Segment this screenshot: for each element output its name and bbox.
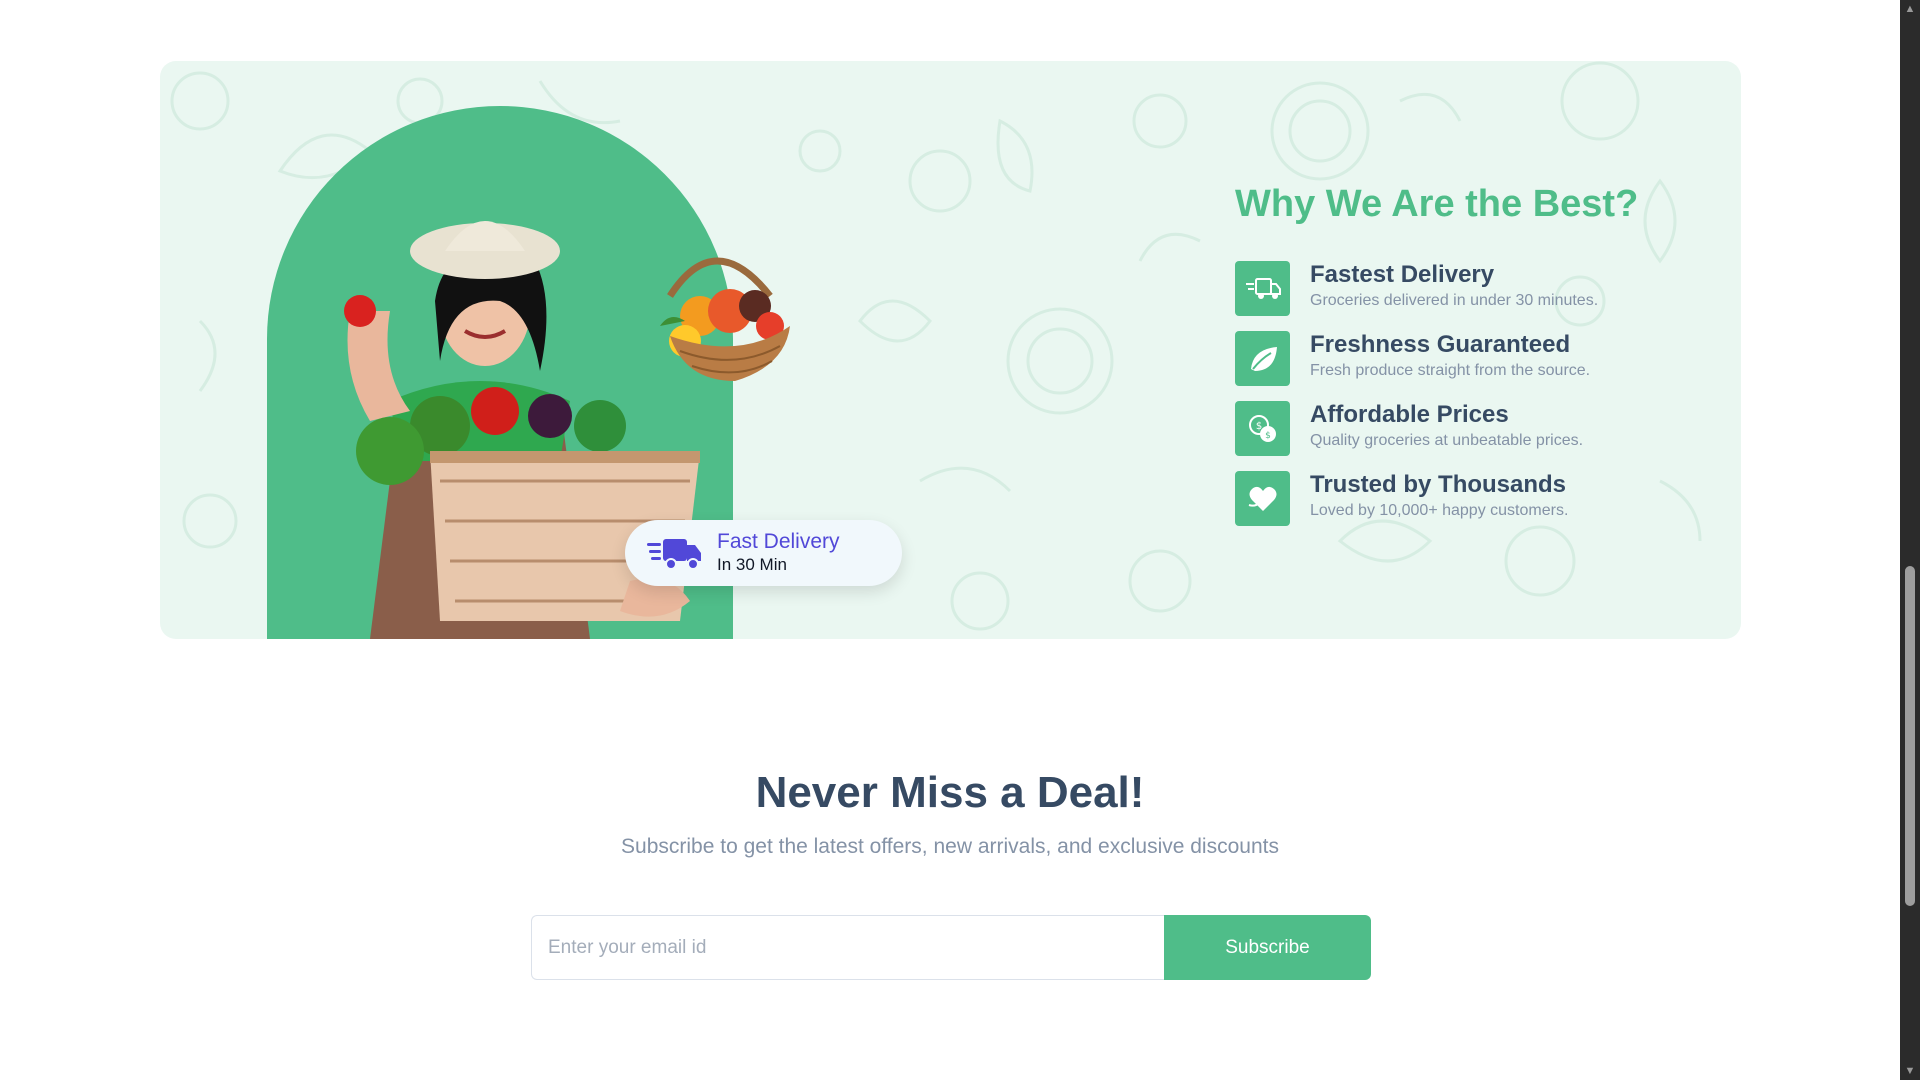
leaf-icon bbox=[1235, 331, 1290, 386]
page-scrollbar[interactable]: ▲ ▼ bbox=[1900, 0, 1920, 1080]
feature-title: Freshness Guaranteed bbox=[1310, 331, 1571, 358]
subscribe-button[interactable]: Subscribe bbox=[1164, 915, 1371, 980]
badge-text: Fast Delivery In 30 Min bbox=[717, 530, 840, 576]
page-viewport: Fast Delivery In 30 Min Why We Are the B… bbox=[0, 0, 1900, 1080]
fruit-basket-image bbox=[660, 257, 790, 381]
feature-title: Affordable Prices bbox=[1310, 401, 1509, 428]
why-title: Why We Are the Best? bbox=[1235, 183, 1639, 225]
email-input[interactable] bbox=[531, 915, 1165, 980]
feature-list: Fastest Delivery Groceries delivered in … bbox=[1235, 261, 1715, 541]
feature-trusted-by-thousands: Trusted by Thousands Loved by 10,000+ ha… bbox=[1235, 471, 1715, 541]
feature-fastest-delivery: Fastest Delivery Groceries delivered in … bbox=[1235, 261, 1715, 331]
feature-title: Fastest Delivery bbox=[1310, 261, 1495, 288]
delivery-truck-icon bbox=[647, 539, 701, 570]
heart-icon bbox=[1235, 471, 1290, 526]
badge-subtitle: In 30 Min bbox=[717, 555, 787, 574]
newsletter-title: Never Miss a Deal! bbox=[755, 768, 1145, 817]
fast-delivery-badge: Fast Delivery In 30 Min bbox=[625, 520, 902, 586]
feature-freshness-guaranteed: Freshness Guaranteed Fresh produce strai… bbox=[1235, 331, 1715, 401]
coins-icon: $ $ bbox=[1235, 401, 1290, 456]
scroll-up-arrow-icon[interactable]: ▲ bbox=[1900, 0, 1920, 18]
feature-title: Trusted by Thousands bbox=[1310, 471, 1567, 498]
feature-description: Quality groceries at unbeatable prices. bbox=[1310, 432, 1584, 449]
svg-text:$: $ bbox=[1255, 421, 1261, 432]
svg-text:$: $ bbox=[1265, 431, 1271, 441]
feature-description: Groceries delivered in under 30 minutes. bbox=[1310, 292, 1599, 309]
scrollbar-thumb[interactable] bbox=[1905, 566, 1915, 906]
newsletter-subtitle: Subscribe to get the latest offers, new … bbox=[621, 835, 1279, 858]
feature-affordable-prices: $ $ Affordable Prices Quality groceries … bbox=[1235, 401, 1715, 471]
truck-icon bbox=[1235, 261, 1290, 316]
scroll-down-arrow-icon[interactable]: ▼ bbox=[1900, 1062, 1920, 1080]
feature-description: Loved by 10,000+ happy customers. bbox=[1310, 502, 1569, 519]
why-section: Fast Delivery In 30 Min Why We Are the B… bbox=[160, 61, 1741, 639]
badge-title: Fast Delivery bbox=[717, 530, 840, 553]
feature-description: Fresh produce straight from the source. bbox=[1310, 362, 1591, 379]
